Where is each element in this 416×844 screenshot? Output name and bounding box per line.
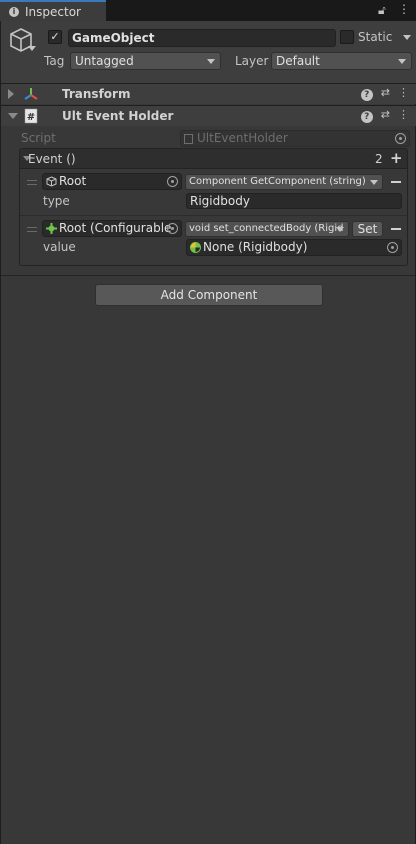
argument-label: value — [43, 240, 76, 254]
listener-target-field[interactable]: Root (Configurable — [42, 220, 182, 237]
tab-label: Inspector — [25, 4, 81, 19]
argument-object-field[interactable]: None (Rigidbody) — [186, 239, 402, 256]
kebab-menu-icon[interactable]: ⋮ — [398, 108, 409, 123]
listener-method-dropdown[interactable]: Component GetComponent (string) — [185, 174, 383, 190]
tab-bar: i Inspector 🔓︎ ⋮ — [0, 0, 416, 21]
chevron-down-icon — [207, 59, 215, 64]
static-dropdown-arrow[interactable] — [403, 35, 411, 40]
foldout-arrow-icon[interactable] — [8, 113, 18, 119]
help-icon[interactable]: ? — [360, 111, 373, 123]
tab-inspector[interactable]: i Inspector — [0, 0, 106, 21]
object-picker-icon[interactable] — [387, 242, 398, 253]
method-value: Component GetComponent (string) — [189, 176, 366, 187]
remove-listener-icon[interactable] — [391, 181, 401, 183]
info-icon: i — [9, 6, 19, 17]
configurable-joint-icon — [46, 223, 57, 234]
object-picker-icon[interactable] — [167, 176, 178, 187]
listener-method-dropdown[interactable]: void set_connectedBody (Rigid — [185, 221, 349, 237]
static-label: Static — [358, 30, 393, 44]
tag-dropdown[interactable]: Untagged — [70, 52, 221, 70]
component-header-transform[interactable]: Transform ? ⇄ ⋮ — [1, 83, 416, 104]
kebab-menu-icon[interactable]: ⋮ — [398, 2, 410, 16]
add-component-button[interactable]: Add Component — [95, 284, 323, 306]
icon-dropdown-arrow[interactable] — [28, 46, 36, 51]
kebab-menu-icon[interactable]: ⋮ — [398, 86, 409, 101]
component-title: Transform — [62, 87, 131, 101]
csharp-script-icon: # — [24, 108, 38, 124]
component-title: Ult Event Holder — [62, 109, 174, 123]
inspector-panel: ✓ GameObject Static Tag Untagged Layer D… — [0, 21, 416, 844]
layer-label: Layer — [235, 54, 269, 68]
tag-label: Tag — [44, 54, 65, 68]
script-label: Script — [21, 131, 56, 145]
layer-dropdown[interactable]: Default — [271, 52, 412, 70]
gameobject-cube-icon — [46, 176, 57, 187]
svg-text:#: # — [27, 112, 35, 123]
rigidbody-icon — [190, 242, 201, 253]
entry-divider — [20, 215, 407, 216]
set-button[interactable]: Set — [352, 221, 383, 237]
active-checkbox[interactable]: ✓ — [48, 30, 62, 44]
checkmark-icon: ✓ — [50, 30, 60, 43]
add-listener-icon[interactable]: + — [390, 149, 403, 167]
chevron-down-icon — [398, 59, 406, 64]
transform-axes-icon — [24, 88, 38, 100]
script-file-icon — [184, 134, 193, 144]
help-icon[interactable]: ? — [360, 89, 373, 101]
script-value: UltEventHolder — [197, 131, 288, 145]
component-header-icons: ? ⇄ ⋮ — [360, 86, 409, 101]
chevron-down-icon — [370, 180, 378, 185]
drag-handle-icon[interactable] — [27, 227, 37, 232]
layer-value: Default — [276, 54, 320, 68]
component-separator — [1, 275, 415, 276]
script-field: UltEventHolder — [180, 130, 410, 147]
static-checkbox[interactable] — [340, 30, 354, 44]
event-header[interactable]: Event () 2 + — [20, 149, 407, 169]
chevron-down-icon — [336, 227, 344, 232]
object-picker-icon[interactable] — [395, 133, 406, 144]
foldout-arrow-icon[interactable] — [8, 89, 14, 99]
event-list: Event () 2 + Root Component GetComponent… — [19, 148, 408, 266]
event-title: Event () — [28, 152, 76, 166]
presets-sliders-icon[interactable]: ⇄ — [381, 108, 390, 123]
listener-target-field[interactable]: Root — [42, 173, 182, 190]
drag-handle-icon[interactable] — [27, 180, 37, 185]
tag-value: Untagged — [75, 54, 134, 68]
component-header-ult-event-holder[interactable]: # Ult Event Holder ? ⇄ ⋮ — [1, 105, 416, 126]
target-value: Root (Configurable — [59, 221, 172, 235]
gameobject-name-field[interactable]: GameObject — [68, 29, 336, 47]
gameobject-header: ✓ GameObject Static Tag Untagged Layer D… — [1, 21, 416, 84]
target-value: Root — [59, 174, 87, 188]
component-header-icons: ? ⇄ ⋮ — [360, 108, 409, 123]
argument-label: type — [43, 194, 70, 208]
remove-listener-icon[interactable] — [391, 228, 401, 230]
method-value: void set_connectedBody (Rigid — [189, 223, 344, 234]
event-count: 2 — [375, 152, 383, 166]
argument-string-field[interactable]: Rigidbody — [186, 193, 402, 209]
presets-sliders-icon[interactable]: ⇄ — [381, 86, 390, 101]
lock-icon[interactable]: 🔓︎ — [378, 3, 386, 18]
argument-value: None (Rigidbody) — [203, 240, 308, 254]
object-picker-icon[interactable] — [167, 223, 178, 234]
